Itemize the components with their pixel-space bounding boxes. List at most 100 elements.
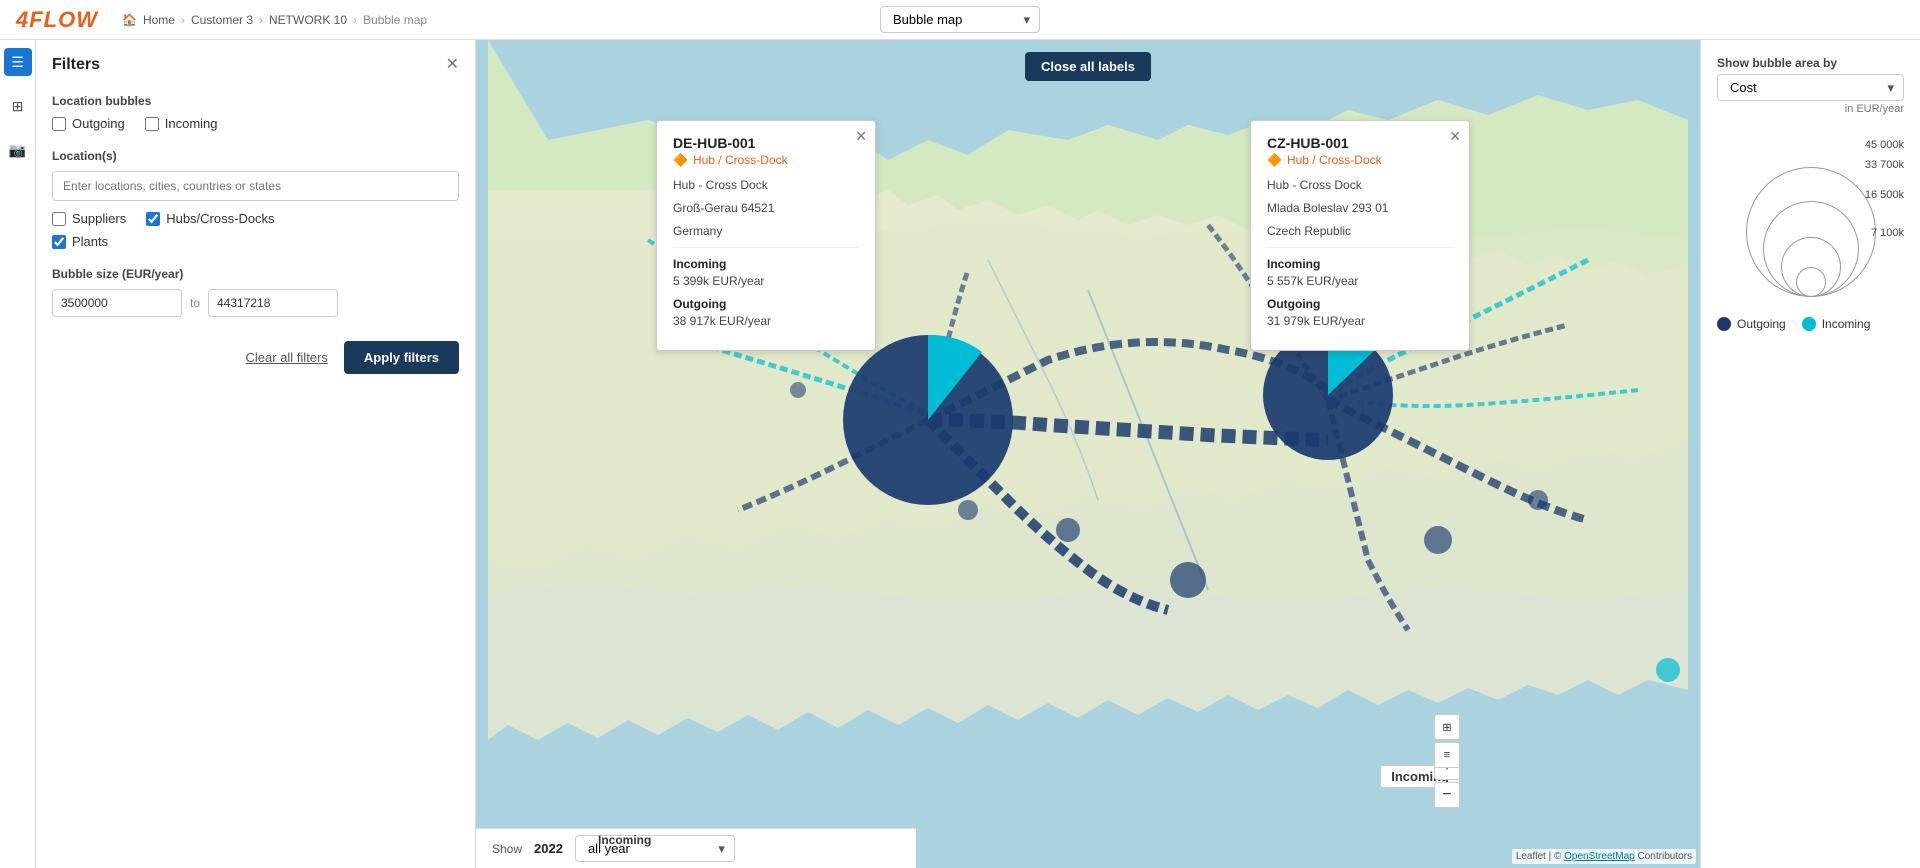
- filters-close-button[interactable]: ✕: [446, 57, 459, 73]
- home-icon: 🏠: [122, 13, 137, 27]
- view-selector[interactable]: Bubble map Table Chart: [880, 6, 1040, 33]
- filter-icon[interactable]: ☰: [4, 48, 32, 76]
- map-attribution: Leaflet | © OpenStreetMap Contributors: [1512, 849, 1696, 864]
- location-input[interactable]: [52, 171, 459, 201]
- de-hub-type: 🔶 Hub / Cross-Dock: [673, 153, 859, 167]
- de-hub-incoming: Incoming 5 399k EUR/year: [673, 256, 859, 290]
- location-type-checkboxes-2: Plants: [52, 234, 459, 249]
- cz-hub-country: Czech Republic: [1267, 223, 1453, 240]
- outgoing-label: Outgoing: [72, 116, 125, 131]
- location-bubbles-checkboxes: Outgoing Incoming: [52, 116, 459, 131]
- legend-title: Show bubble area by: [1717, 56, 1904, 70]
- bubble-size-section: Bubble size (EUR/year) to: [52, 267, 459, 317]
- breadcrumb: 🏠 Home › Customer 3 › NETWORK 10 › Bubbl…: [122, 13, 427, 27]
- map-layer-controls: ⊞ ≡: [1434, 714, 1460, 768]
- hubs-checkbox[interactable]: [146, 212, 160, 226]
- legend-panel: Show bubble area by Cost Volume in EUR/y…: [1700, 40, 1920, 868]
- incoming-checkbox[interactable]: [145, 117, 159, 131]
- breadcrumb-network[interactable]: NETWORK 10: [269, 13, 347, 27]
- legend-unit: in EUR/year: [1717, 103, 1904, 115]
- legend-cost-dropdown[interactable]: Cost Volume: [1717, 74, 1904, 101]
- bubble-size-label: Bubble size (EUR/year): [52, 267, 459, 281]
- apply-filters-button[interactable]: Apply filters: [344, 341, 459, 374]
- range-max-input[interactable]: [208, 289, 338, 317]
- view-dropdown[interactable]: Bubble map Table Chart: [880, 6, 1040, 33]
- zoom-out-button[interactable]: −: [1434, 782, 1460, 808]
- cz-hub-address: Mlada Boleslav 293 01: [1267, 200, 1453, 217]
- suppliers-checkbox[interactable]: [52, 212, 66, 226]
- cz-hub-popup-close[interactable]: ✕: [1449, 129, 1461, 143]
- layers-icon[interactable]: ⊞: [4, 92, 32, 120]
- close-all-labels-button[interactable]: Close all labels: [1025, 52, 1151, 81]
- breadcrumb-customer[interactable]: Customer 3: [191, 13, 253, 27]
- incoming-checkbox-item[interactable]: Incoming: [145, 116, 218, 131]
- cz-hub-outgoing: Outgoing 31 979k EUR/year: [1267, 296, 1453, 330]
- hubs-label: Hubs/Cross-Docks: [166, 211, 274, 226]
- panel-header: Filters ✕: [52, 56, 459, 74]
- plants-checkbox[interactable]: [52, 235, 66, 249]
- de-incoming-map-label: Incoming: [588, 830, 661, 850]
- location-bubbles-section: Location bubbles Outgoing Incoming: [52, 94, 459, 131]
- incoming-label: Incoming: [165, 116, 218, 131]
- bubble-size-legend: 45 000k 33 700k 16 500k 7 100k: [1717, 137, 1904, 297]
- breadcrumb-home[interactable]: Home: [143, 13, 175, 27]
- suppliers-checkbox-item[interactable]: Suppliers: [52, 211, 126, 226]
- plants-label: Plants: [72, 234, 108, 249]
- de-hub-name: Hub - Cross Dock: [673, 177, 859, 194]
- breadcrumb-current: Bubble map: [363, 13, 427, 27]
- cz-hub-popup: ✕ CZ-HUB-001 🔶 Hub / Cross-Dock Hub - Cr…: [1250, 120, 1470, 351]
- cz-hub-name: Hub - Cross Dock: [1267, 177, 1453, 194]
- hubs-checkbox-item[interactable]: Hubs/Cross-Docks: [146, 211, 274, 226]
- locations-label: Location(s): [52, 149, 459, 163]
- range-row: to: [52, 289, 459, 317]
- de-hub-address: Groß-Gerau 64521: [673, 200, 859, 217]
- suppliers-label: Suppliers: [72, 211, 126, 226]
- camera-icon[interactable]: 📷: [4, 136, 32, 164]
- header: 4FLOW 🏠 Home › Customer 3 › NETWORK 10 ›…: [0, 0, 1920, 40]
- legend-val-2: 33 700k: [1865, 159, 1904, 171]
- color-legend: Outgoing Incoming: [1717, 317, 1904, 331]
- clear-filters-button[interactable]: Clear all filters: [246, 350, 328, 365]
- filters-panel: Filters ✕ Location bubbles Outgoing Inco…: [36, 40, 476, 868]
- de-hub-country: Germany: [673, 223, 859, 240]
- hub-icon-de: 🔶: [673, 153, 688, 167]
- incoming-legend-label: Incoming: [1822, 317, 1871, 331]
- de-hub-outgoing: Outgoing 38 917k EUR/year: [673, 296, 859, 330]
- cz-hub-incoming: Incoming 5 557k EUR/year: [1267, 256, 1453, 290]
- de-hub-id: DE-HUB-001: [673, 135, 859, 151]
- locations-section: Location(s) Suppliers Hubs/Cross-Docks P…: [52, 149, 459, 249]
- cz-hub-type: 🔶 Hub / Cross-Dock: [1267, 153, 1453, 167]
- osm-link[interactable]: OpenStreetMap: [1564, 851, 1635, 862]
- outgoing-legend-item: Outgoing: [1717, 317, 1786, 331]
- footer: Show 2022 all year Q1 Q2 Q3 Q4: [476, 828, 916, 868]
- incoming-color-dot: [1802, 317, 1816, 331]
- incoming-legend-item: Incoming: [1802, 317, 1871, 331]
- filters-title: Filters: [52, 56, 100, 74]
- filter-actions: Clear all filters Apply filters: [52, 341, 459, 374]
- location-bubbles-label: Location bubbles: [52, 94, 459, 108]
- layers-toggle-button[interactable]: ⊞: [1434, 714, 1460, 740]
- icon-bar: ☰ ⊞ 📷: [0, 40, 36, 868]
- outgoing-checkbox-item[interactable]: Outgoing: [52, 116, 125, 131]
- layers-list-button[interactable]: ≡: [1434, 742, 1460, 768]
- location-type-checkboxes: Suppliers Hubs/Cross-Docks: [52, 211, 459, 226]
- show-label: Show: [492, 842, 522, 856]
- range-min-input[interactable]: [52, 289, 182, 317]
- map-area[interactable]: Close all labels ✕ DE-HUB-001 🔶 Hub / Cr…: [476, 40, 1700, 868]
- range-separator: to: [190, 296, 200, 310]
- outgoing-legend-label: Outgoing: [1737, 317, 1786, 331]
- de-hub-popup-close[interactable]: ✕: [855, 129, 867, 143]
- app-logo: 4FLOW: [16, 7, 98, 33]
- outgoing-checkbox[interactable]: [52, 117, 66, 131]
- legend-val-1: 45 000k: [1865, 139, 1904, 151]
- hub-icon-cz: 🔶: [1267, 153, 1282, 167]
- year-value: 2022: [534, 841, 563, 856]
- outgoing-color-dot: [1717, 317, 1731, 331]
- legend-val-3: 16 500k: [1865, 189, 1904, 201]
- legend-header: Show bubble area by Cost Volume in EUR/y…: [1717, 56, 1904, 115]
- main-layout: ☰ ⊞ 📷 Filters ✕ Location bubbles Outgoin…: [0, 40, 1920, 868]
- plants-checkbox-item[interactable]: Plants: [52, 234, 108, 249]
- de-hub-popup: ✕ DE-HUB-001 🔶 Hub / Cross-Dock Hub - Cr…: [656, 120, 876, 351]
- cz-hub-id: CZ-HUB-001: [1267, 135, 1453, 151]
- legend-val-4: 7 100k: [1871, 227, 1904, 239]
